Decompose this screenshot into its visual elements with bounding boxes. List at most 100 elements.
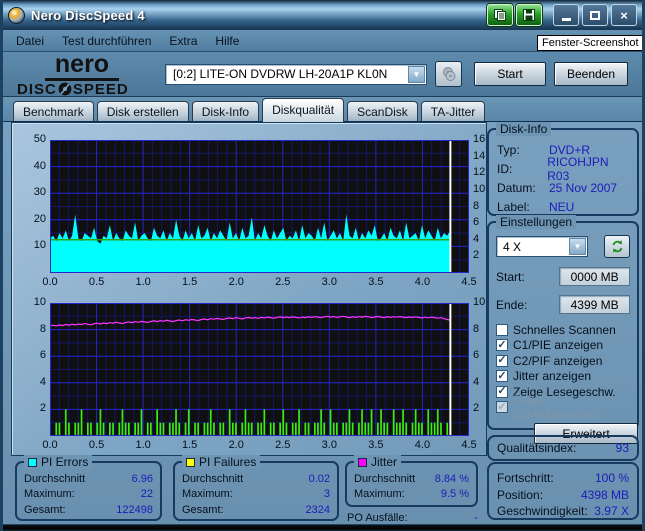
checkbox-schnelles-scannen[interactable]: Schnelles Scannen (496, 322, 630, 338)
x-tick: 3.5 (361, 439, 391, 452)
nero-discspeed-logo: nero DISC SPEED (3, 52, 155, 97)
settings-groupbox: Einstellungen 4 X ▼ Start: 0000 MB Ende:… (487, 221, 639, 430)
y-left-tick: 50 (18, 133, 46, 146)
disk-info-title: Disk-Info (496, 122, 551, 136)
disk-info-value: 25 Nov 2007 (549, 181, 617, 195)
disk-info-label: Typ: (497, 143, 549, 157)
checkbox-label: Jitter anzeigen (513, 369, 591, 383)
quality-index-box: Qualitätsindex: 93 (487, 435, 639, 461)
disk-info-groupbox: Disk-Info Typ:DVD+RID:RICOHJPN R03Datum:… (487, 128, 639, 216)
checkbox-label: Zeige Schreibgeschw. (513, 393, 630, 421)
drive-select-value: [0:2] LITE-ON DVDRW LH-20A1P KL0N (173, 67, 387, 81)
stat-row: Gesamt:122498 (17, 502, 160, 518)
progress-value: 3.97 X (594, 504, 629, 518)
progress-row: Fortschritt:100 % (497, 470, 629, 487)
x-tick: 0.0 (35, 439, 65, 452)
menu-item-hilfe[interactable]: Hilfe (206, 31, 248, 51)
end-field[interactable]: 4399 MB (559, 295, 630, 314)
disk-info-row: Datum:25 Nov 2007 (489, 178, 637, 197)
tab-disk-info[interactable]: Disk-Info (192, 101, 259, 121)
progress-label: Geschwindigkeit: (497, 504, 588, 518)
stat-row: Durchschnitt 0.02 (175, 471, 337, 487)
quit-button[interactable]: Beenden (554, 62, 628, 86)
drive-select[interactable]: [0:2] LITE-ON DVDRW LH-20A1P KL0N ▼ (165, 64, 427, 85)
po-failures-label: PO Ausfälle: (347, 512, 408, 524)
menu-item-datei[interactable]: Datei (7, 31, 53, 51)
stat-row: Maximum:3 (175, 487, 337, 503)
legend-square-icon (28, 458, 37, 467)
start-button-label: Start (497, 67, 522, 81)
logo-disc-text: DISC (17, 82, 57, 97)
stat-value: 0.02 (309, 473, 330, 485)
chevron-down-icon[interactable]: ▼ (569, 238, 586, 255)
floppy-save-icon (522, 8, 536, 22)
maximize-button[interactable] (582, 4, 608, 26)
start-button[interactable]: Start (474, 62, 546, 86)
tab-benchmark[interactable]: Benchmark (13, 101, 94, 121)
y-left-tick: 20 (18, 213, 46, 226)
refresh-button[interactable] (604, 235, 630, 258)
stat-box-title: PI Failures (182, 455, 260, 469)
app-icon (8, 7, 25, 24)
legend-square-icon (358, 458, 367, 467)
y-left-tick: 10 (18, 296, 46, 309)
stat-label: Gesamt: (182, 504, 224, 516)
checkbox-icon: ✓ (496, 386, 508, 398)
po-failures-line: PO Ausfälle: - (347, 512, 478, 524)
checkbox-icon: ✓ (496, 355, 508, 367)
tab-disk-erstellen[interactable]: Disk erstellen (97, 101, 189, 121)
checkbox-jitter-anzeigen[interactable]: ✓Jitter anzeigen (496, 369, 630, 385)
checkbox-c1-pie-anzeigen[interactable]: ✓C1/PIE anzeigen (496, 338, 630, 354)
tab-ta-jitter[interactable]: TA-Jitter (421, 101, 485, 121)
checkbox-label: C1/PIE anzeigen (513, 338, 603, 352)
start-field-value: 0000 MB (571, 270, 619, 284)
y-left-tick: 2 (18, 402, 46, 415)
x-tick: 3.5 (361, 276, 391, 289)
stat-box-title: PI Errors (24, 455, 92, 469)
progress-row: Geschwindigkeit: 3.97 X (497, 503, 629, 520)
quality-index-label: Qualitätsindex: (497, 441, 576, 455)
window-title: Nero DiscSpeed 4 (31, 8, 484, 23)
screenshot-copy-button[interactable] (487, 4, 513, 26)
stat-label: Gesamt: (24, 504, 66, 516)
eject-disc-button[interactable] (435, 61, 462, 87)
checkbox-zeige-schreibgeschw[interactable]: ✓Zeige Schreibgeschw. (496, 400, 630, 416)
x-tick: 0.5 (82, 276, 112, 289)
checkbox-label: C2/PIF anzeigen (513, 354, 602, 368)
progress-row: Position:4398 MB (497, 487, 629, 504)
y-left-tick: 40 (18, 160, 46, 173)
y-left-tick: 10 (18, 239, 46, 252)
x-tick: 0.5 (82, 439, 112, 452)
checkbox-c2-pif-anzeigen[interactable]: ✓ C2/PIF anzeigen (496, 353, 630, 369)
x-tick: 4.0 (407, 276, 437, 289)
stat-label: Durchschnitt (182, 473, 243, 485)
y-left-tick: 6 (18, 349, 46, 362)
menu-item-test-durchf-hren[interactable]: Test durchführen (53, 31, 160, 51)
start-field[interactable]: 0000 MB (559, 267, 630, 286)
close-button[interactable]: × (611, 4, 637, 26)
end-field-label: Ende: (496, 298, 539, 312)
progress-value: 100 % (595, 471, 629, 485)
stat-label: Maximum: (182, 488, 233, 500)
x-tick: 3.0 (314, 439, 344, 452)
y-left-tick: 4 (18, 376, 46, 389)
stat-label: Durchschnitt (24, 473, 85, 485)
y-left-tick: 30 (18, 186, 46, 199)
x-tick: 4.5 (454, 439, 484, 452)
disk-info-label: ID: (497, 162, 547, 176)
quality-chart (50, 303, 469, 436)
screenshot-save-button[interactable] (516, 4, 542, 26)
checkbox-label: Schnelles Scannen (513, 323, 616, 337)
tab-diskqualit-t[interactable]: Diskqualität (262, 98, 344, 122)
speed-select[interactable]: 4 X ▼ (496, 236, 588, 257)
menu-item-extra[interactable]: Extra (160, 31, 206, 51)
po-failures-value: - (474, 512, 478, 524)
x-tick: 2.5 (268, 276, 298, 289)
x-tick: 1.0 (128, 439, 158, 452)
progress-label: Position: (497, 488, 543, 502)
chevron-down-icon[interactable]: ▼ (408, 66, 425, 83)
minimize-button[interactable] (553, 4, 579, 26)
disc-icon (58, 82, 72, 96)
tab-scandisk[interactable]: ScanDisk (347, 101, 418, 121)
pi-errors-chart (50, 140, 469, 273)
